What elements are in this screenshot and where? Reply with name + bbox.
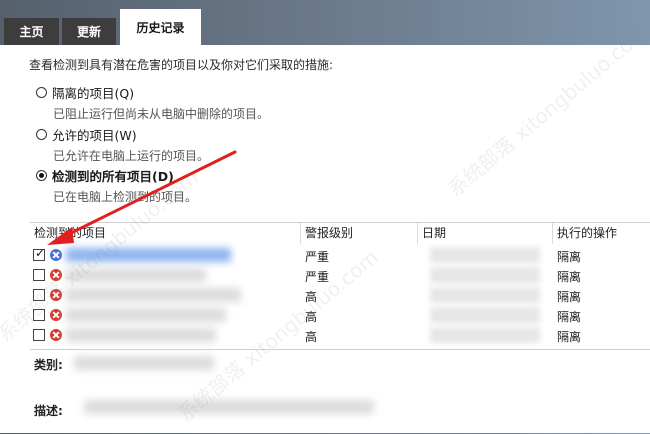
alert-level: 高 (305, 330, 318, 344)
threat-icon (50, 329, 62, 341)
threat-icon (50, 309, 62, 321)
table-row[interactable]: 高 隔离 (30, 285, 650, 305)
radio-all-detected[interactable]: 检测到的所有项目(D) (36, 166, 174, 185)
radio-label: 允许的项目(W) (52, 128, 137, 143)
alert-level: 高 (305, 290, 318, 304)
table-row[interactable]: 高 隔离 (30, 325, 650, 345)
column-header-action[interactable]: 执行的操作 (553, 223, 650, 244)
blurred-item-name (66, 308, 226, 322)
details-pane: 类别: 描述: (30, 349, 650, 434)
blurred-date (430, 287, 540, 303)
radio-allowed[interactable]: 允许的项目(W) (36, 125, 137, 144)
blurred-item-name (66, 328, 216, 342)
check-icon: ✓ (35, 246, 46, 260)
blurred-item-name (66, 248, 231, 262)
column-header-date[interactable]: 日期 (418, 223, 553, 244)
tab-history[interactable]: 历史记录 (120, 9, 201, 46)
action-taken: 隔离 (557, 270, 582, 284)
column-header-item[interactable]: 检测到的项目 (30, 223, 301, 244)
blurred-date (430, 247, 540, 263)
row-checkbox[interactable] (33, 269, 45, 281)
table-row[interactable]: 高 隔离 (30, 305, 650, 325)
alert-level: 严重 (305, 270, 330, 284)
threat-icon (50, 289, 62, 301)
radio-description: 已在电脑上检测到的项目。 (53, 190, 198, 204)
radio-label: 检测到的所有项目(D) (52, 169, 174, 184)
radio-quarantined[interactable]: 隔离的项目(Q) (36, 83, 134, 102)
radio-description: 已阻止运行但尚未从电脑中删除的项目。 (53, 107, 270, 121)
blurred-date (430, 327, 540, 343)
tab-update[interactable]: 更新 (62, 18, 116, 45)
blurred-description (84, 400, 374, 414)
alert-level: 高 (305, 310, 318, 324)
row-checkbox[interactable] (33, 329, 45, 341)
action-taken: 隔离 (557, 250, 582, 264)
radio-description: 已允许在电脑上运行的项目。 (53, 149, 210, 163)
table-row[interactable]: ✓ 严重 隔离 (30, 245, 650, 265)
tab-home[interactable]: 主页 (4, 18, 59, 45)
action-taken: 隔离 (557, 290, 582, 304)
tab-bar: 主页 更新 历史记录 (0, 0, 650, 46)
threat-icon (50, 249, 62, 261)
action-taken: 隔离 (557, 330, 582, 344)
blurred-category (74, 356, 214, 370)
blurred-date (430, 307, 540, 323)
row-checkbox[interactable] (33, 309, 45, 321)
blurred-item-name (66, 268, 206, 282)
threat-icon (50, 269, 62, 281)
blurred-date (430, 267, 540, 283)
table-row[interactable]: 严重 隔离 (30, 265, 650, 285)
alert-level: 严重 (305, 250, 330, 264)
radio-button-selected[interactable] (36, 170, 47, 181)
description-label: 描述: (34, 404, 63, 418)
action-taken: 隔离 (557, 310, 582, 324)
intro-text: 查看检测到具有潜在危害的项目以及你对它们采取的措施: (29, 58, 334, 72)
radio-button[interactable] (36, 129, 47, 140)
detected-items-list: 检测到的项目 警报级别 日期 执行的操作 ✓ 严重 隔离 严重 隔离 高 隔离 (30, 222, 650, 348)
category-label: 类别: (34, 358, 63, 372)
radio-label: 隔离的项目(Q) (52, 86, 135, 101)
row-checkbox[interactable]: ✓ (33, 246, 46, 261)
column-header-level[interactable]: 警报级别 (301, 223, 418, 244)
row-checkbox[interactable] (33, 289, 45, 301)
history-panel: 查看检测到具有潜在危害的项目以及你对它们采取的措施: 隔离的项目(Q) 已阻止运… (0, 45, 650, 433)
radio-button[interactable] (36, 87, 47, 98)
blurred-item-name (66, 288, 241, 302)
